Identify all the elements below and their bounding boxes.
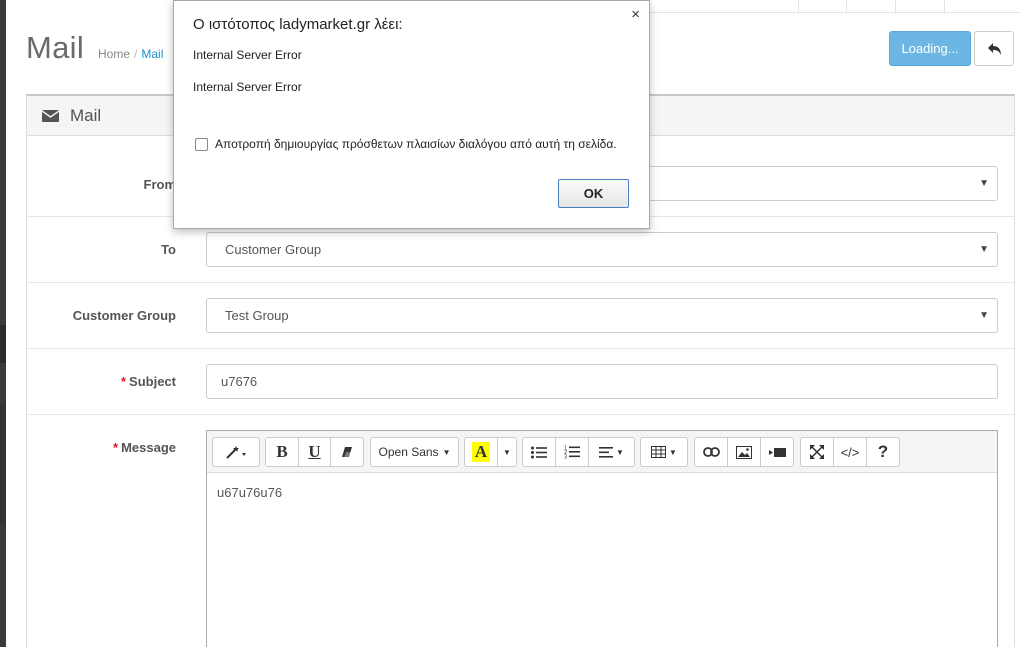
fullscreen-button[interactable] [800, 437, 834, 467]
dialog-title: Ο ιστότοπος ladymarket.gr λέει: [193, 16, 403, 33]
table-icon [651, 446, 667, 458]
unordered-list-button[interactable] [522, 437, 556, 467]
align-left-icon [599, 446, 614, 458]
message-editor[interactable]: B U Open Sans ▼ A ▼ 1 2 3 ▼ ▼ </> ? u67u… [206, 430, 998, 647]
back-button[interactable] [974, 31, 1014, 66]
list-ul-icon [531, 446, 547, 458]
from-label: From [143, 177, 177, 192]
color-dropdown-button[interactable]: ▼ [497, 437, 517, 467]
fullscreen-icon [810, 445, 824, 459]
paragraph-align-dropdown[interactable]: ▼ [588, 437, 635, 467]
prevent-dialogs-checkbox[interactable] [195, 138, 208, 151]
message-label: * Message [113, 440, 176, 455]
caret-down-icon: ▼ [503, 447, 511, 457]
prevent-dialogs-label[interactable]: Αποτροπή δημιουργίας πρόσθετων πλαισίων … [215, 137, 617, 151]
caret-down-icon: ▼ [616, 447, 624, 457]
message-editor-content[interactable]: u67u76u76 [207, 473, 997, 512]
editor-toolbar: B U Open Sans ▼ A ▼ 1 2 3 ▼ ▼ </> ? [207, 431, 997, 473]
breadcrumb-mail[interactable]: Mail [141, 47, 163, 61]
page-title: Mail [26, 30, 85, 65]
clear-format-button[interactable] [330, 437, 364, 467]
help-button[interactable]: ? [866, 437, 900, 467]
font-name-dropdown[interactable]: Open Sans ▼ [370, 437, 459, 467]
caret-down-icon: ▼ [442, 447, 451, 457]
top-strip [650, 0, 1020, 13]
bold-button[interactable]: B [265, 437, 299, 467]
text-color-button[interactable]: A [464, 437, 498, 467]
to-select[interactable]: Customer Group ▼ [206, 232, 998, 267]
caret-down-icon: ▼ [979, 310, 989, 321]
reply-icon [988, 43, 1001, 55]
caret-down-icon: ▼ [979, 244, 989, 255]
alert-dialog: Ο ιστότοπος ladymarket.gr λέει: × Intern… [173, 0, 650, 229]
eraser-icon [342, 447, 352, 457]
underline-button[interactable]: U [298, 437, 331, 467]
to-label: To [161, 242, 176, 257]
caret-down-icon: ▼ [979, 178, 989, 189]
breadcrumb: Home / Mail [98, 47, 164, 61]
to-select-value: Customer Group [225, 242, 322, 257]
dialog-message: Internal Server Error [193, 48, 302, 62]
code-view-button[interactable]: </> [833, 437, 867, 467]
subject-input[interactable]: u7676 [206, 364, 998, 399]
list-ol-icon: 1 2 3 [564, 446, 580, 460]
panel-title: Mail [70, 106, 102, 125]
link-button[interactable] [694, 437, 728, 467]
table-dropdown[interactable]: ▼ [640, 437, 688, 467]
ok-button[interactable]: OK [558, 179, 629, 208]
close-icon[interactable]: × [631, 6, 640, 23]
send-button[interactable]: Loading... [889, 31, 971, 66]
video-icon [768, 447, 786, 457]
customer-group-label: Customer Group [72, 308, 176, 323]
left-sidebar-edge [0, 0, 6, 647]
magic-style-button[interactable] [212, 437, 260, 467]
breadcrumb-home[interactable]: Home [98, 47, 130, 61]
form-row-subject: * Subject u7676 [27, 349, 1014, 415]
dialog-message: Internal Server Error [193, 80, 302, 94]
required-marker: * [113, 440, 119, 455]
ordered-list-button[interactable]: 1 2 3 [555, 437, 589, 467]
customer-group-value: Test Group [225, 308, 289, 323]
link-icon [702, 447, 720, 457]
subject-label: * Subject [120, 374, 176, 389]
svg-text:3: 3 [564, 455, 567, 460]
required-marker: * [120, 374, 127, 389]
picture-icon [736, 445, 752, 459]
customer-group-select[interactable]: Test Group ▼ [206, 298, 998, 333]
magic-wand-icon [226, 446, 246, 459]
video-button[interactable] [760, 437, 794, 467]
image-button[interactable] [727, 437, 761, 467]
form-row-customer-group: Customer Group Test Group ▼ [27, 283, 1014, 349]
caret-down-icon: ▼ [669, 447, 677, 457]
text-color-letter: A [471, 442, 491, 462]
envelope-icon [42, 110, 59, 122]
